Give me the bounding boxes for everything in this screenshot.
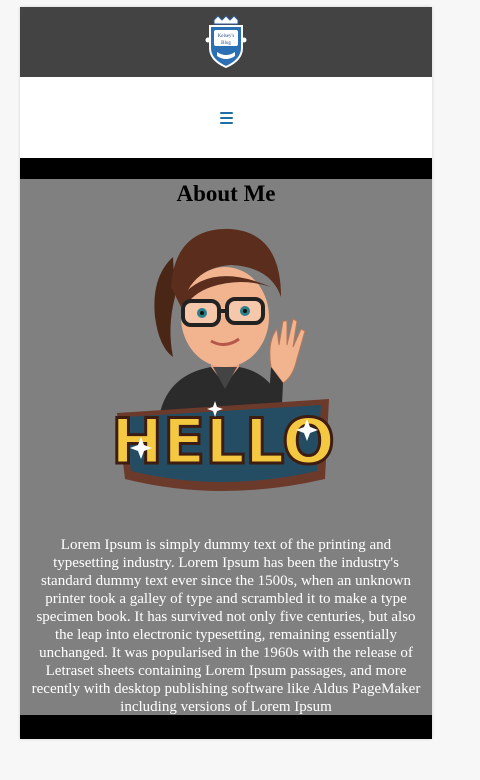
logo-text-line1: Kelsey's xyxy=(218,34,235,39)
page-title: About Me xyxy=(176,181,276,206)
about-paragraph: Lorem Ipsum is simply dummy text of the … xyxy=(31,537,421,715)
crest-logo-icon[interactable]: Kelsey's Blog xyxy=(204,14,248,70)
about-section: About Me HELLO Lorem Ipsum is simply dum… xyxy=(20,179,432,715)
hamburger-menu-icon xyxy=(219,111,233,124)
logo-text-line2: Blog xyxy=(221,41,231,46)
hello-word: HELLO xyxy=(111,405,335,478)
header-bar: Kelsey's Blog xyxy=(20,7,432,77)
page-frame: Kelsey's Blog About Me HELLO Lorem Ipsum… xyxy=(20,7,432,739)
top-divider-stripe xyxy=(20,158,432,179)
navigation-bar xyxy=(20,77,432,158)
menu-toggle-button[interactable] xyxy=(214,106,239,130)
bottom-divider-stripe xyxy=(20,715,432,739)
bitmoji-hello-avatar: HELLO xyxy=(111,228,336,491)
